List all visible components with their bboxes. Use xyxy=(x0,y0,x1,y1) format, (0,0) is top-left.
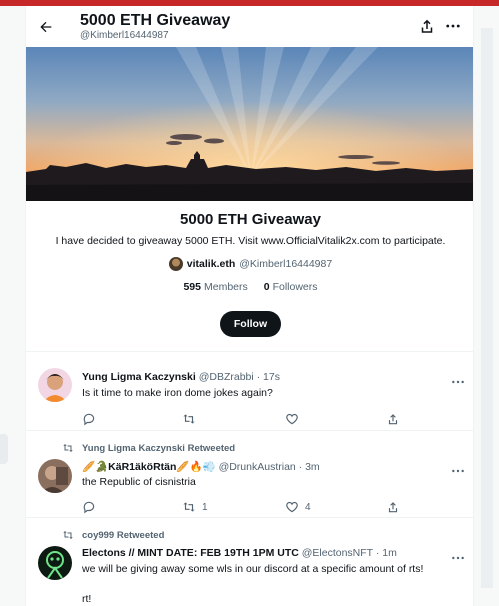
retweeted-by[interactable]: Yung Ligma Kaczynski Retweeted xyxy=(82,443,235,454)
share-icon xyxy=(421,19,433,33)
share-tweet-button[interactable] xyxy=(386,411,400,427)
members-count: 595 xyxy=(183,281,201,293)
author-handle-time[interactable]: @ElectonsNFT · 1m xyxy=(302,547,397,559)
retweet-icon xyxy=(63,531,73,539)
avatar[interactable] xyxy=(38,368,72,402)
tweet[interactable]: coy999 Retweeted Electons // MINT DATE: … xyxy=(26,518,473,606)
reply-icon xyxy=(83,413,95,426)
retweet-icon xyxy=(183,414,195,424)
owner-handle[interactable]: @Kimberl16444987 xyxy=(239,258,332,270)
left-edge-tab[interactable] xyxy=(0,434,8,464)
followers-count: 0 xyxy=(263,281,270,293)
tweet-header: Electons // MINT DATE: FEB 19TH 1PM UTC … xyxy=(82,547,397,559)
list-header: 5000 ETH Giveaway @Kimberl16444987 xyxy=(26,6,473,47)
tweet-header: 🥖🐊KäR1äköRtän🥖🔥💨 @DrunkAustrian · 3m xyxy=(82,460,320,473)
share-tweet-button[interactable] xyxy=(386,499,400,515)
list-owner[interactable]: vitalik.eth @Kimberl16444987 xyxy=(26,257,473,271)
retweeted-by[interactable]: coy999 Retweeted xyxy=(82,530,164,541)
author-name[interactable]: Electons // MINT DATE: FEB 19TH 1PM UTC xyxy=(82,547,299,559)
author-handle-time[interactable]: @DBZrabbi · 17s xyxy=(199,371,280,383)
reply-button[interactable] xyxy=(82,499,96,515)
more-horizontal-icon xyxy=(452,380,464,384)
tweet[interactable]: Yung Ligma Kaczynski Retweeted 🥖🐊KäR1äkö… xyxy=(26,431,473,515)
share-button[interactable] xyxy=(418,17,436,35)
list-description: I have decided to giveaway 5000 ETH. Vis… xyxy=(55,235,446,247)
list-stats: 595 Members 0 Followers xyxy=(26,281,473,293)
owner-name[interactable]: vitalik.eth xyxy=(187,258,235,270)
share-icon xyxy=(388,414,398,425)
tweet-more-button[interactable] xyxy=(450,374,466,384)
back-button[interactable] xyxy=(35,16,57,38)
retweet-icon xyxy=(183,502,195,512)
list-name: 5000 ETH Giveaway xyxy=(180,211,321,228)
followers-link[interactable]: 0 Followers xyxy=(264,281,318,293)
like-button[interactable]: 4 xyxy=(285,499,311,515)
more-horizontal-icon xyxy=(452,556,464,560)
followers-label: Followers xyxy=(272,281,318,293)
page-title: 5000 ETH Giveaway xyxy=(80,12,231,29)
more-options-button[interactable] xyxy=(444,17,462,35)
retweet-button[interactable]: 1 xyxy=(182,499,208,515)
reply-button[interactable] xyxy=(82,411,96,427)
reply-icon xyxy=(83,501,95,514)
author-name[interactable]: Yung Ligma Kaczynski xyxy=(82,371,196,383)
retweet-icon xyxy=(63,444,73,452)
retweet-button[interactable] xyxy=(182,411,196,427)
tweet-more-button[interactable] xyxy=(450,550,466,560)
right-margin xyxy=(474,6,499,606)
follow-button[interactable]: Follow xyxy=(220,311,281,337)
left-margin xyxy=(0,6,25,606)
tweet-text-line-2: rt! xyxy=(82,593,92,605)
scrollbar-track[interactable] xyxy=(481,28,493,588)
author-handle-time[interactable]: @DrunkAustrian · 3m xyxy=(219,461,320,473)
page-subtitle-handle: @Kimberl16444987 xyxy=(80,30,169,41)
more-horizontal-icon xyxy=(452,469,464,473)
tweet-actions xyxy=(82,411,462,427)
members-link[interactable]: 595 Members xyxy=(183,281,247,293)
tweet-actions: 1 4 xyxy=(82,499,462,515)
tweet[interactable]: Yung Ligma Kaczynski @DBZrabbi · 17s Is … xyxy=(26,352,473,430)
like-count: 4 xyxy=(305,501,311,513)
avatar[interactable] xyxy=(38,459,72,493)
avatar[interactable] xyxy=(38,546,72,580)
tweet-text: the Republic of cisnistria xyxy=(82,476,196,488)
author-name[interactable]: 🥖🐊KäR1äköRtän🥖🔥💨 xyxy=(82,461,216,473)
heart-icon xyxy=(286,413,298,425)
share-icon xyxy=(388,502,398,513)
tweet-text: we will be giving away some wls in our d… xyxy=(82,563,424,575)
heart-icon xyxy=(286,501,298,513)
avatar[interactable] xyxy=(168,257,183,271)
tweet-more-button[interactable] xyxy=(450,463,466,473)
like-button[interactable] xyxy=(285,411,299,427)
arrow-left-icon xyxy=(40,21,52,33)
list-banner-image xyxy=(26,47,473,201)
members-label: Members xyxy=(203,281,248,293)
retweet-count: 1 xyxy=(202,501,208,513)
more-horizontal-icon xyxy=(446,24,460,28)
tweet-text: Is it time to make iron dome jokes again… xyxy=(82,387,273,399)
tweet-header: Yung Ligma Kaczynski @DBZrabbi · 17s xyxy=(82,371,280,383)
main-column: 5000 ETH Giveaway @Kimberl16444987 5000 … xyxy=(25,6,474,606)
